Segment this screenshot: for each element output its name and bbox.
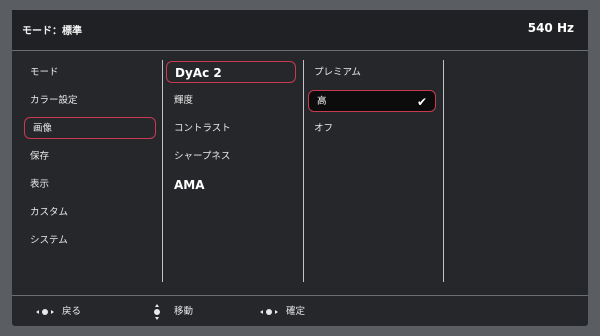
menu-item-system[interactable]: システム (22, 230, 156, 252)
option-high[interactable]: 高 ✔ (308, 90, 436, 112)
menu-item-picture[interactable]: 画像 (24, 117, 156, 139)
refresh-rate: 540 Hz (527, 21, 574, 35)
option-off[interactable]: オフ (306, 118, 436, 140)
divider-3 (443, 60, 444, 282)
dpad-press-icon (260, 305, 278, 319)
mode-title: モード：標準 (22, 26, 82, 37)
dpad-left-right-icon (36, 305, 54, 319)
option-high-label: 高 (317, 96, 327, 107)
hint-confirm: 確定 (260, 304, 305, 320)
osd-footer: 戻る 移動 確定 (12, 295, 588, 327)
check-icon: ✔ (416, 95, 427, 109)
menu-item-brightness[interactable]: 輝度 (166, 90, 296, 112)
hint-move: 移動 (148, 303, 194, 320)
hint-back: 戻る (36, 304, 81, 320)
osd-screen: モード：標準 540 Hz モード カラー設定 画像 保存 表示 カスタム シス… (12, 10, 588, 326)
osd-header: モード：標準 540 Hz (12, 10, 588, 51)
menu-item-sharpness[interactable]: シャープネス (166, 146, 296, 168)
dpad-up-down-icon (148, 303, 166, 320)
menu-item-display[interactable]: 表示 (22, 174, 156, 196)
divider-2 (303, 60, 304, 282)
divider-1 (162, 60, 163, 282)
hint-back-label: 戻る (62, 306, 82, 317)
menu-item-save[interactable]: 保存 (22, 146, 156, 168)
menu-item-dyac2[interactable]: DyAc 2 (166, 61, 296, 83)
hint-confirm-label: 確定 (286, 306, 306, 317)
menu-item-custom[interactable]: カスタム (22, 202, 156, 224)
hint-move-label: 移動 (174, 306, 194, 317)
menu-item-contrast[interactable]: コントラスト (166, 118, 296, 140)
menu-item-mode[interactable]: モード (22, 62, 156, 84)
menu-item-ama[interactable]: AMA (166, 174, 296, 196)
option-premium[interactable]: プレミアム (306, 62, 436, 84)
menu-item-color-settings[interactable]: カラー設定 (22, 90, 156, 112)
